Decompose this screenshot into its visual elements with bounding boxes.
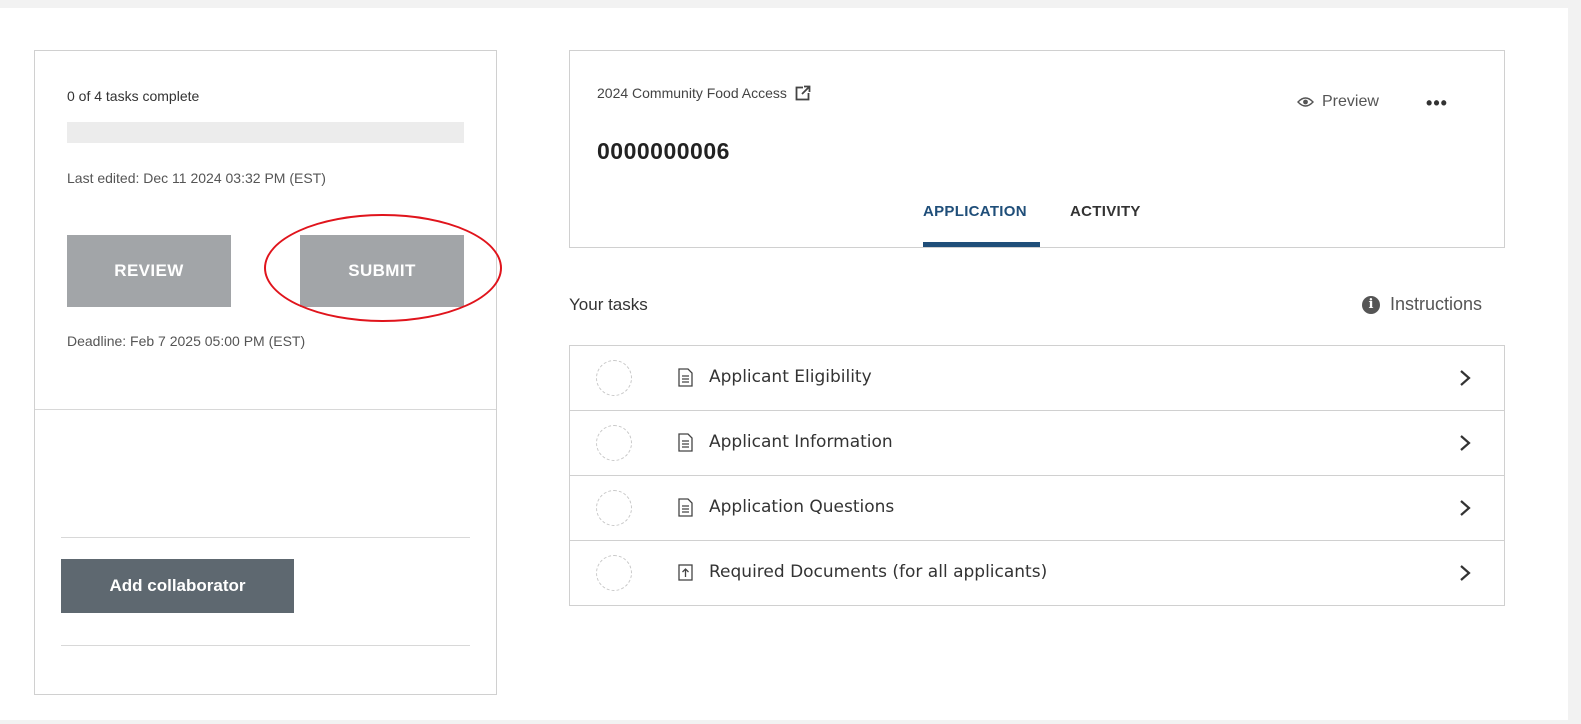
divider bbox=[61, 537, 470, 538]
task-row-required-documents[interactable]: Required Documents (for all applicants) bbox=[570, 541, 1504, 606]
program-link[interactable]: 2024 Community Food Access bbox=[597, 85, 811, 101]
eye-icon bbox=[1297, 97, 1314, 107]
chevron-right-icon bbox=[1460, 435, 1471, 451]
task-row-applicant-eligibility[interactable]: Applicant Eligibility bbox=[570, 346, 1504, 411]
last-edited-text: Last edited: Dec 11 2024 03:32 PM (EST) bbox=[67, 170, 326, 186]
task-list: Applicant Eligibility Applicant Informat… bbox=[569, 345, 1505, 606]
progress-text: 0 of 4 tasks complete bbox=[67, 88, 200, 104]
application-header-card: 2024 Community Food Access 0000000006 Pr… bbox=[569, 50, 1505, 248]
external-link-icon bbox=[795, 85, 811, 101]
tab-application[interactable]: APPLICATION bbox=[923, 203, 1027, 220]
submit-button[interactable]: SUBMIT bbox=[300, 235, 464, 307]
more-options-button[interactable]: ••• bbox=[1422, 91, 1452, 115]
page-canvas: 0 of 4 tasks complete Last edited: Dec 1… bbox=[0, 8, 1568, 720]
chevron-right-icon bbox=[1460, 370, 1471, 386]
active-tab-indicator bbox=[923, 242, 1040, 247]
program-name: 2024 Community Food Access bbox=[597, 85, 787, 101]
task-label: Applicant Information bbox=[709, 432, 893, 452]
document-icon bbox=[678, 433, 693, 452]
chevron-right-icon bbox=[1460, 500, 1471, 516]
progress-bar bbox=[67, 122, 464, 143]
deadline-text: Deadline: Feb 7 2025 05:00 PM (EST) bbox=[67, 333, 306, 349]
divider bbox=[35, 409, 496, 410]
review-button[interactable]: REVIEW bbox=[67, 235, 231, 307]
task-row-applicant-information[interactable]: Applicant Information bbox=[570, 411, 1504, 476]
application-number: 0000000006 bbox=[597, 138, 730, 164]
instructions-label: Instructions bbox=[1390, 294, 1483, 314]
application-status-panel: 0 of 4 tasks complete Last edited: Dec 1… bbox=[34, 50, 502, 695]
chevron-right-icon bbox=[1460, 565, 1471, 581]
divider bbox=[61, 645, 470, 646]
tasks-heading: Your tasks bbox=[569, 295, 648, 314]
preview-button[interactable]: Preview bbox=[1297, 93, 1379, 111]
task-label: Applicant Eligibility bbox=[709, 367, 872, 387]
document-icon bbox=[678, 498, 693, 517]
preview-label: Preview bbox=[1322, 93, 1379, 110]
document-icon bbox=[678, 368, 693, 387]
task-status-circle bbox=[596, 555, 632, 591]
task-status-circle bbox=[596, 360, 632, 396]
tab-activity[interactable]: ACTIVITY bbox=[1070, 203, 1141, 220]
task-label: Required Documents (for all applicants) bbox=[709, 562, 1048, 582]
task-label: Application Questions bbox=[709, 497, 895, 517]
info-icon: i bbox=[1362, 295, 1380, 314]
add-collaborator-button[interactable]: Add collaborator bbox=[61, 559, 294, 613]
instructions-link[interactable]: i Instructions bbox=[1362, 294, 1482, 315]
task-row-application-questions[interactable]: Application Questions bbox=[570, 476, 1504, 541]
task-status-circle bbox=[596, 490, 632, 526]
task-status-circle bbox=[596, 425, 632, 461]
upload-icon bbox=[678, 564, 693, 581]
